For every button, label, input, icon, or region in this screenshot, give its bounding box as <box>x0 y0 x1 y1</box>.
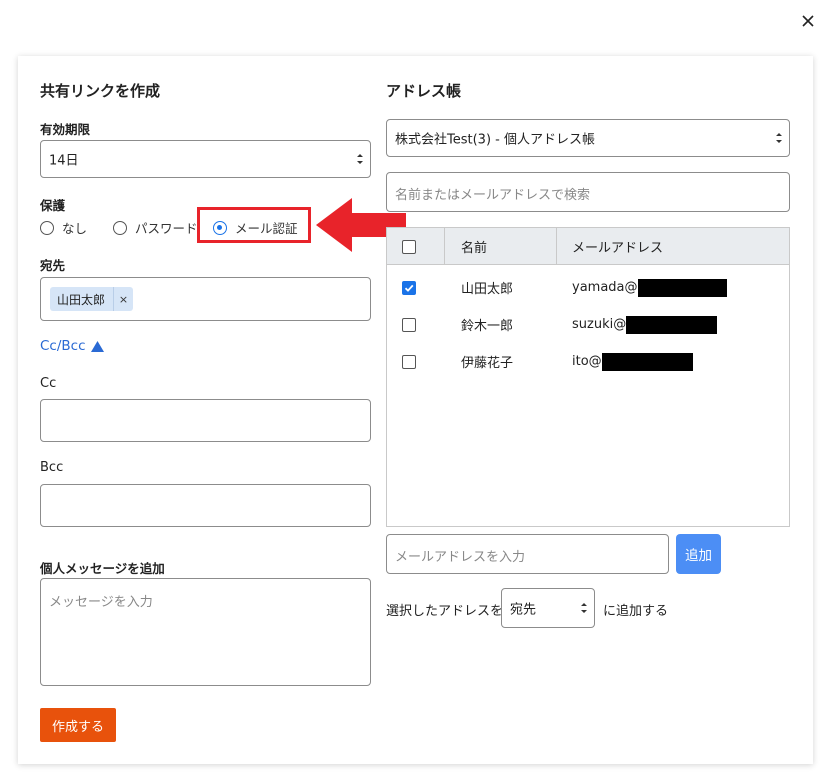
row-checkbox[interactable] <box>402 317 416 332</box>
radio-none-circle[interactable] <box>40 220 54 235</box>
redaction-bar <box>601 352 693 371</box>
row-email-text: yamada@ <box>572 280 638 295</box>
recipient-chip: 山田太郎 × <box>50 287 134 311</box>
radio-email-auth-circle[interactable] <box>213 220 227 235</box>
select-all-checkbox-cell <box>402 228 416 265</box>
add-to-select[interactable]: 宛先 <box>501 588 595 628</box>
close-icon <box>802 15 814 27</box>
create-button[interactable]: 作成する <box>40 708 116 742</box>
row-email-text: ito@ <box>572 354 602 369</box>
address-book-select-value: 株式会社Test(3) - 個人アドレス帳 <box>395 132 595 148</box>
row-email: ito@ <box>572 343 693 380</box>
checkmark-icon <box>404 284 414 292</box>
column-divider <box>444 228 445 265</box>
radio-password-label: パスワード <box>135 221 198 236</box>
email-address-placeholder: メールアドレスを入力 <box>395 550 526 565</box>
table-header: 名前 メールアドレス <box>387 228 789 265</box>
radio-password[interactable]: パスワード <box>113 218 198 237</box>
expiry-value: 14日 <box>49 153 79 169</box>
radio-email-auth[interactable]: メール認証 <box>213 218 298 237</box>
share-link-dialog: 共有リンクを作成 有効期限 14日 保護 なし パスワード メール認証 宛先 山… <box>18 56 813 764</box>
row-email: yamada@ <box>572 269 727 306</box>
remove-chip-icon[interactable]: × <box>113 287 133 311</box>
column-header-name: 名前 <box>461 241 488 256</box>
close-button[interactable] <box>797 10 819 32</box>
protection-label: 保護 <box>40 198 66 213</box>
radio-none-label: なし <box>62 221 88 236</box>
create-share-link-title: 共有リンクを作成 <box>40 82 161 100</box>
select-caret-icon <box>357 154 363 164</box>
add-to-suffix: に追加する <box>603 604 669 619</box>
add-to-select-value: 宛先 <box>510 602 537 618</box>
select-caret-icon <box>581 603 587 613</box>
address-search-placeholder: 名前またはメールアドレスで検索 <box>395 188 591 203</box>
table-row[interactable]: 伊藤花子 ito@ <box>387 343 789 380</box>
add-button[interactable]: 追加 <box>676 534 721 574</box>
row-name: 鈴木一郎 <box>461 319 514 334</box>
expiry-select[interactable]: 14日 <box>40 140 371 178</box>
radio-email-auth-label: メール認証 <box>235 221 298 236</box>
row-checkbox[interactable] <box>402 354 416 369</box>
redaction-bar <box>626 315 718 334</box>
email-address-input[interactable]: メールアドレスを入力 <box>386 534 669 574</box>
row-checkbox[interactable] <box>402 280 416 295</box>
select-caret-icon <box>776 133 782 143</box>
row-name: 伊藤花子 <box>461 356 514 371</box>
address-search-input[interactable]: 名前またはメールアドレスで検索 <box>386 172 790 212</box>
bcc-input[interactable] <box>40 484 371 527</box>
table-row[interactable]: 鈴木一郎 suzuki@ <box>387 306 789 343</box>
add-to-prefix: 選択したアドレスを <box>386 604 504 619</box>
table-row[interactable]: 山田太郎 yamada@ <box>387 269 789 306</box>
to-field[interactable]: 山田太郎 × <box>40 277 371 321</box>
bcc-label: Bcc <box>40 460 64 475</box>
cc-label: Cc <box>40 376 57 391</box>
message-textarea[interactable]: メッセージを入力 <box>40 578 371 686</box>
cc-input[interactable] <box>40 399 371 442</box>
ccbcc-toggle-label: Cc/Bcc <box>40 338 86 354</box>
redaction-bar <box>637 278 727 297</box>
to-label: 宛先 <box>40 258 66 273</box>
expiry-label: 有効期限 <box>40 122 91 137</box>
column-divider <box>556 228 557 265</box>
message-placeholder: メッセージを入力 <box>49 595 153 610</box>
row-name: 山田太郎 <box>461 282 514 297</box>
triangle-up-icon <box>90 340 104 352</box>
address-book-title: アドレス帳 <box>386 82 462 100</box>
row-email: suzuki@ <box>572 306 718 343</box>
column-header-email: メールアドレス <box>572 241 664 256</box>
radio-password-circle[interactable] <box>113 220 127 235</box>
row-email-text: suzuki@ <box>572 317 627 332</box>
select-all-checkbox[interactable] <box>402 239 416 254</box>
ccbcc-toggle[interactable]: Cc/Bcc <box>40 338 104 354</box>
address-book-select[interactable]: 株式会社Test(3) - 個人アドレス帳 <box>386 119 790 157</box>
recipient-chip-label: 山田太郎 <box>57 292 106 307</box>
message-label: 個人メッセージを追加 <box>40 561 165 576</box>
radio-none[interactable]: なし <box>40 218 87 237</box>
address-table: 名前 メールアドレス 山田太郎 yamada@ 鈴木一郎 suzuki@ 伊藤花… <box>386 227 790 527</box>
